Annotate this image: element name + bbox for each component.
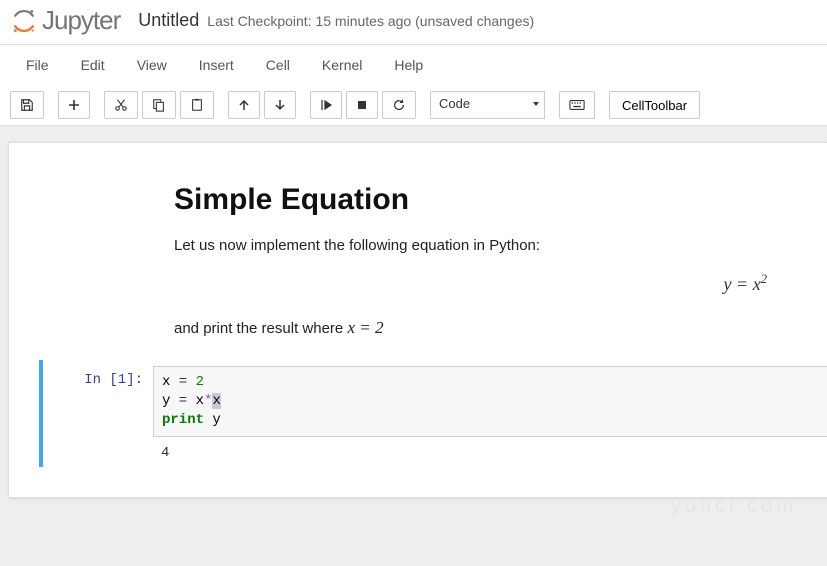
- input-prompt: In [1]:: [43, 366, 153, 461]
- jupyter-icon: [10, 7, 38, 35]
- paragraph-2: and print the result where x = 2: [174, 315, 797, 341]
- menu-cell[interactable]: Cell: [250, 49, 306, 81]
- arrow-up-icon: [238, 99, 250, 111]
- markdown-cell[interactable]: Simple Equation Let us now implement the…: [9, 183, 827, 340]
- menu-file[interactable]: File: [10, 49, 65, 81]
- notebook: Simple Equation Let us now implement the…: [8, 142, 827, 498]
- move-up-button[interactable]: [228, 91, 260, 119]
- cell-type-select[interactable]: Code: [430, 91, 545, 119]
- command-palette-button[interactable]: [559, 91, 595, 119]
- restart-button[interactable]: [382, 91, 416, 119]
- paragraph-1: Let us now implement the following equat…: [174, 235, 797, 258]
- cut-icon: [114, 98, 128, 112]
- add-cell-button[interactable]: [58, 91, 90, 119]
- notebook-area: Simple Equation Let us now implement the…: [0, 126, 827, 566]
- equation-display: y = x2: [174, 272, 767, 295]
- menu-view[interactable]: View: [121, 49, 183, 81]
- restart-icon: [392, 98, 406, 112]
- checkpoint-info: Last Checkpoint: 15 minutes ago (unsaved…: [207, 13, 534, 29]
- paste-button[interactable]: [180, 91, 214, 119]
- copy-button[interactable]: [142, 91, 176, 119]
- cell-type-label: Code: [430, 91, 545, 119]
- code-cell[interactable]: In [1]: x = 2 y = x*x print y 4: [39, 360, 827, 467]
- title-area: Untitled Last Checkpoint: 15 minutes ago…: [138, 10, 534, 31]
- plus-icon: [68, 99, 80, 111]
- menu-help[interactable]: Help: [378, 49, 439, 81]
- header: Jupyter Untitled Last Checkpoint: 15 min…: [0, 0, 827, 44]
- stop-icon: [356, 99, 368, 111]
- run-icon: [320, 99, 332, 111]
- menu-edit[interactable]: Edit: [65, 49, 121, 81]
- interrupt-button[interactable]: [346, 91, 378, 119]
- menu-insert[interactable]: Insert: [183, 49, 250, 81]
- notebook-title[interactable]: Untitled: [138, 10, 199, 31]
- save-button[interactable]: [10, 91, 44, 119]
- toolbar: Code CellToolbar: [0, 85, 827, 126]
- menu-kernel[interactable]: Kernel: [306, 49, 378, 81]
- run-button[interactable]: [310, 91, 342, 119]
- cut-button[interactable]: [104, 91, 138, 119]
- logo: Jupyter: [10, 5, 120, 36]
- paste-icon: [190, 98, 204, 112]
- logo-text: Jupyter: [42, 5, 120, 36]
- heading: Simple Equation: [174, 183, 797, 217]
- menubar: File Edit View Insert Cell Kernel Help: [0, 44, 827, 85]
- arrow-down-icon: [274, 99, 286, 111]
- inline-equation: x = 2: [347, 318, 383, 337]
- copy-icon: [152, 98, 166, 112]
- code-output: 4: [153, 437, 827, 461]
- keyboard-icon: [569, 99, 585, 111]
- cell-toolbar-button[interactable]: CellToolbar: [609, 91, 700, 119]
- save-icon: [20, 98, 34, 112]
- code-area: x = 2 y = x*x print y 4: [153, 366, 827, 461]
- move-down-button[interactable]: [264, 91, 296, 119]
- code-input[interactable]: x = 2 y = x*x print y: [153, 366, 827, 437]
